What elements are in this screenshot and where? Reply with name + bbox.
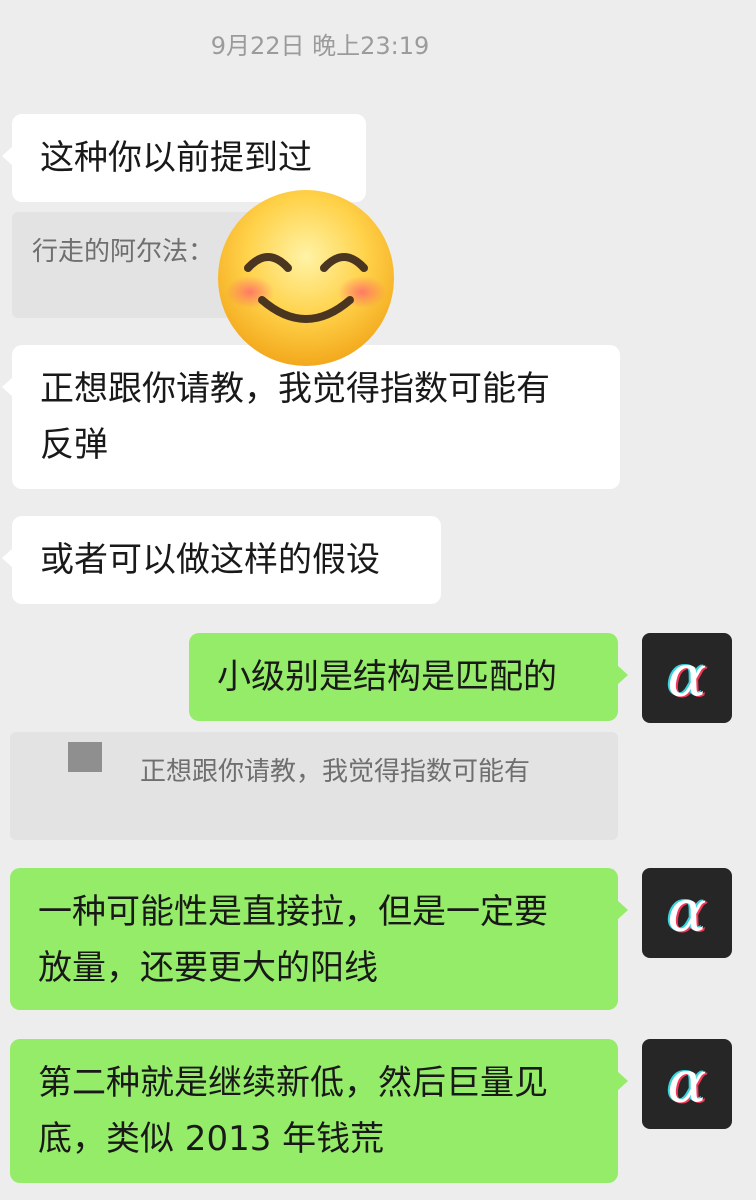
message-text: 小级别是结构是匹配的 bbox=[217, 657, 557, 697]
message-text: 这种你以前提到过 bbox=[40, 138, 312, 178]
quoted-text: 行走的阿尔法： bbox=[32, 237, 215, 267]
user-avatar[interactable]: α α α bbox=[642, 1039, 732, 1129]
smiling-face-emoji-icon bbox=[218, 190, 394, 366]
message-bubble-outgoing[interactable]: 一种可能性是直接拉，但是一定要 放量，还要更大的阳线 bbox=[10, 868, 628, 1010]
message-text-line: 反弹 bbox=[40, 425, 108, 465]
alpha-avatar-icon: α α α bbox=[665, 1047, 708, 1117]
message-text-line: 放量，还要更大的阳线 bbox=[38, 948, 378, 988]
alpha-avatar-icon: α α α bbox=[665, 641, 708, 711]
image-thumbnail-icon bbox=[68, 742, 102, 772]
message-text-line: 正想跟你请教，我觉得指数可能有 bbox=[40, 369, 550, 409]
svg-text:α: α bbox=[667, 877, 706, 945]
message-text-line: 底，类似 2013 年钱荒 bbox=[38, 1119, 385, 1159]
message-text-line: 第二种就是继续新低，然后巨量见 bbox=[38, 1063, 548, 1103]
timestamp: 9月22日 晚上23:19 bbox=[210, 32, 430, 60]
message-text: 或者可以做这样的假设 bbox=[40, 540, 380, 580]
alpha-avatar-icon: α α α bbox=[665, 876, 708, 946]
quoted-text: 正想跟你请教，我觉得指数可能有 bbox=[140, 757, 531, 787]
user-avatar[interactable]: α α α bbox=[642, 868, 732, 958]
svg-text:α: α bbox=[667, 1048, 706, 1116]
message-bubble-outgoing[interactable]: 小级别是结构是匹配的 bbox=[189, 633, 628, 721]
message-bubble-outgoing[interactable]: 第二种就是继续新低，然后巨量见 底，类似 2013 年钱荒 bbox=[10, 1039, 628, 1183]
user-avatar[interactable]: α α α bbox=[642, 633, 732, 723]
message-bubble-incoming[interactable]: 或者可以做这样的假设 bbox=[2, 516, 441, 604]
message-text-line: 一种可能性是直接拉，但是一定要 bbox=[38, 892, 548, 932]
svg-text:α: α bbox=[667, 642, 706, 710]
